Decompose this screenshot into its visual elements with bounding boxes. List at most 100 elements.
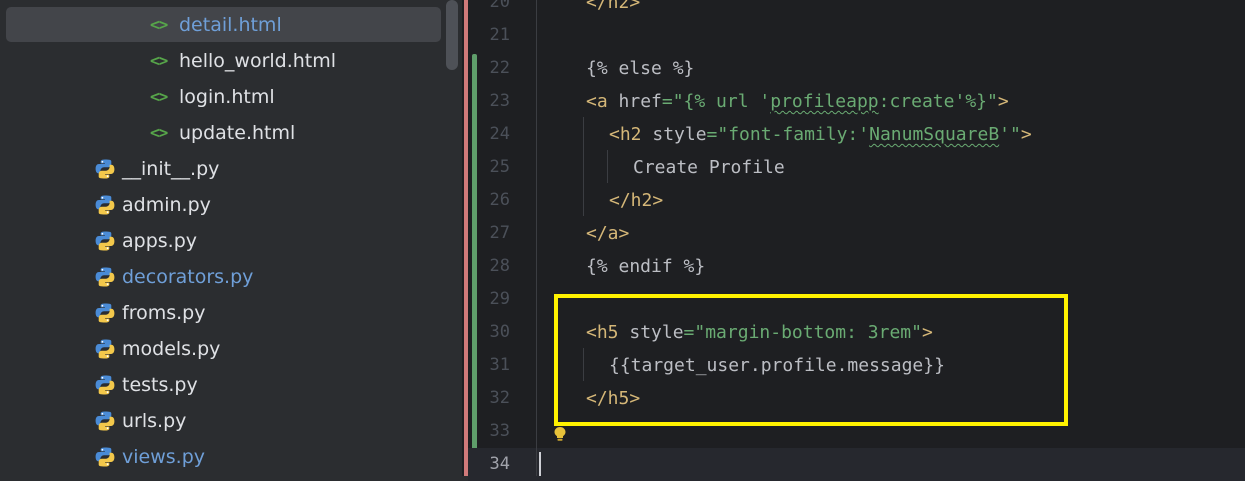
- code-token: NanumSquareB: [869, 124, 1000, 145]
- code-line[interactable]: 23 <a href="{% url 'profileapp:create'%}"…: [468, 85, 1245, 118]
- tree-item-python-file[interactable]: admin.py: [0, 187, 462, 223]
- line-number[interactable]: 25: [480, 151, 510, 184]
- code-token: Create Profile: [633, 157, 785, 178]
- code-token: <a: [586, 91, 619, 112]
- line-number[interactable]: 22: [480, 52, 510, 85]
- tree-item-label: hello_world.html: [179, 50, 337, 72]
- line-number[interactable]: 20: [480, 0, 510, 19]
- line-number[interactable]: 32: [480, 382, 510, 415]
- code-token: :create'%}": [878, 91, 998, 112]
- code-text: </h2>: [586, 0, 640, 19]
- tree-item-python-file[interactable]: froms.py: [0, 295, 462, 331]
- html-file-icon: <>: [150, 122, 174, 144]
- code-line[interactable]: 28 {% endif %}: [468, 250, 1245, 283]
- annotation-highlight-box: [554, 294, 1068, 426]
- tree-item-label: apps.py: [122, 230, 198, 252]
- python-file-icon: [94, 446, 118, 468]
- line-number[interactable]: 21: [480, 19, 510, 52]
- line-number[interactable]: 23: [480, 85, 510, 118]
- indent-guide: [607, 150, 608, 183]
- line-number[interactable]: 27: [480, 217, 510, 250]
- line-number[interactable]: 30: [480, 316, 510, 349]
- line-number[interactable]: 24: [480, 118, 510, 151]
- tree-item-label: views.py: [122, 446, 205, 468]
- code-text: {% else %}: [586, 52, 694, 85]
- line-number[interactable]: 26: [480, 184, 510, 217]
- html-glyph: <>: [150, 51, 168, 70]
- code-token: </a>: [586, 223, 630, 244]
- html-glyph: <>: [150, 123, 168, 142]
- code-line[interactable]: 34: [468, 448, 1245, 481]
- code-line[interactable]: 25 Create Profile: [468, 151, 1245, 184]
- python-file-icon: [94, 302, 118, 324]
- code-token: >: [1020, 124, 1032, 145]
- tree-item-python-file[interactable]: views.py: [0, 439, 462, 475]
- line-number[interactable]: 33: [480, 415, 510, 448]
- tree-item-label: login.html: [179, 86, 275, 108]
- code-text: </a>: [586, 217, 629, 250]
- code-text: <a href="{% url 'profileapp:create'%}">: [586, 85, 1009, 118]
- tree-item-label: tests.py: [122, 374, 198, 396]
- intention-bulb-icon[interactable]: [553, 426, 567, 442]
- tree-scrollbar[interactable]: [446, 0, 458, 70]
- tree-item-label: detail.html: [179, 14, 282, 36]
- tree-item-label: decorators.py: [122, 266, 254, 288]
- python-file-icon: [94, 194, 118, 216]
- html-file-icon: <>: [150, 86, 174, 108]
- code-line[interactable]: 20 </h2>: [468, 0, 1245, 19]
- tree-item-python-file[interactable]: tests.py: [0, 367, 462, 403]
- code-line[interactable]: 26 </h2>: [468, 184, 1245, 217]
- code-token: </h2>: [609, 190, 664, 211]
- code-line[interactable]: 24 <h2 style="font-family:'NanumSquareB'"…: [468, 118, 1245, 151]
- html-file-icon: <>: [150, 14, 174, 36]
- tree-item-label: update.html: [179, 122, 296, 144]
- code-token: ="font-family:': [706, 124, 870, 145]
- code-token: '": [999, 124, 1021, 145]
- project-tree: <> detail.html <> hello_world.html <> login.h…: [0, 0, 462, 476]
- tree-item-html-file[interactable]: <> detail.html: [0, 7, 462, 43]
- line-number[interactable]: 29: [480, 283, 510, 316]
- indent-guide: [583, 117, 584, 216]
- code-line[interactable]: 27 </a>: [468, 217, 1245, 250]
- code-token: <h2: [609, 124, 653, 145]
- html-glyph: <>: [150, 87, 168, 106]
- tree-item-python-file[interactable]: models.py: [0, 331, 462, 367]
- text-caret: [539, 452, 541, 476]
- tree-item-python-file[interactable]: apps.py: [0, 223, 462, 259]
- code-text: Create Profile: [633, 151, 785, 184]
- python-file-icon: [94, 158, 118, 180]
- tree-item-html-file[interactable]: <> login.html: [0, 79, 462, 115]
- tree-item-label: __init__.py: [122, 158, 220, 180]
- python-file-icon: [94, 374, 118, 396]
- python-file-icon: [94, 338, 118, 360]
- tree-item-label: urls.py: [122, 410, 187, 432]
- indent-guide: [536, 0, 537, 476]
- code-token: profileapp: [770, 91, 879, 112]
- python-file-icon: [94, 230, 118, 252]
- python-file-icon: [94, 410, 118, 432]
- code-token: </h2>: [586, 0, 641, 13]
- tree-item-python-file[interactable]: decorators.py: [0, 259, 462, 295]
- tree-item-html-file[interactable]: <> update.html: [0, 115, 462, 151]
- code-token: href: [618, 91, 662, 112]
- code-text: {% endif %}: [586, 250, 705, 283]
- tree-item-html-file[interactable]: <> hello_world.html: [0, 43, 462, 79]
- html-file-icon: <>: [150, 50, 174, 72]
- tree-item-python-file[interactable]: urls.py: [0, 403, 462, 439]
- line-number[interactable]: 34: [480, 448, 510, 481]
- tree-item-python-file[interactable]: __init__.py: [0, 151, 462, 187]
- tree-item-label: models.py: [122, 338, 221, 360]
- code-token: {% else %}: [586, 58, 695, 79]
- code-token: >: [997, 91, 1009, 112]
- code-token: style: [652, 124, 707, 145]
- python-file-icon: [94, 266, 118, 288]
- code-text: <h2 style="font-family:'NanumSquareB'">: [609, 118, 1032, 151]
- line-number[interactable]: 28: [480, 250, 510, 283]
- code-text: </h2>: [609, 184, 663, 217]
- code-line[interactable]: 21: [468, 19, 1245, 52]
- code-token: {% endif %}: [586, 256, 706, 277]
- code-token: ="{% url ': [661, 91, 771, 112]
- tree-item-label: admin.py: [122, 194, 211, 216]
- code-line[interactable]: 22 {% else %}: [468, 52, 1245, 85]
- line-number[interactable]: 31: [480, 349, 510, 382]
